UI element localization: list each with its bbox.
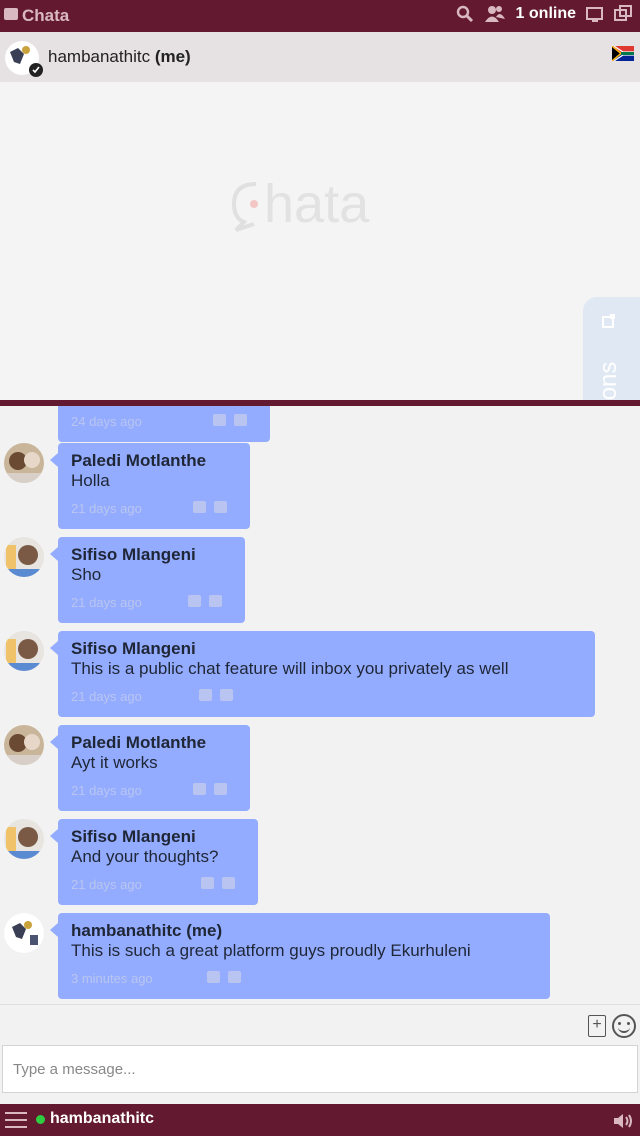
thumbs-down-icon[interactable] [209, 595, 222, 607]
user-avatar[interactable] [2, 40, 44, 78]
hamburger-menu-icon[interactable] [5, 1112, 27, 1128]
search-icon[interactable] [456, 5, 474, 23]
sender-name[interactable]: Sifiso Mlangeni [71, 639, 582, 659]
thumbs-down-icon[interactable] [234, 414, 247, 426]
app-brand[interactable]: Chata [4, 6, 69, 26]
emoji-icon[interactable] [612, 1014, 636, 1038]
avatar[interactable] [4, 819, 44, 859]
sender-name[interactable]: Sifiso Mlangeni [71, 545, 232, 565]
sender-name[interactable]: Paledi Motlanthe [71, 451, 237, 471]
avatar[interactable] [4, 631, 44, 671]
thumbs-up-icon[interactable] [201, 877, 214, 889]
notification-icon [602, 314, 615, 328]
conversation-panel: hata otifications [0, 82, 640, 482]
message-bubble: Sifiso Mlangeni And your thoughts? 21 da… [50, 819, 258, 905]
user-header: hambanathitc (me) [0, 32, 640, 82]
public-chat-feed[interactable]: 24 days ago Paledi Motlanthe Holla 21 da… [0, 406, 640, 1004]
message-time: 21 days ago [71, 877, 142, 892]
compose-toolbar: + [0, 1004, 640, 1044]
sender-name[interactable]: hambanathitc (me) [71, 921, 537, 941]
volume-icon[interactable] [612, 1112, 634, 1130]
vote-buttons [199, 689, 233, 701]
south-africa-flag-icon [612, 46, 634, 61]
top-bar-actions: 1 online [456, 5, 632, 23]
message-time: 21 days ago [71, 595, 142, 610]
message-bubble: hambanathitc (me) This is such a great p… [50, 913, 550, 999]
message-time: 21 days ago [71, 501, 142, 516]
minimize-window-icon[interactable] [586, 5, 604, 23]
message-meta: 24 days ago [71, 410, 257, 434]
avatar[interactable] [4, 913, 44, 953]
thumbs-up-icon[interactable] [199, 689, 212, 701]
popout-window-icon[interactable] [614, 5, 632, 23]
vote-buttons [201, 877, 235, 889]
bottom-username[interactable]: hambanathitc [50, 1110, 154, 1128]
chat-bubble-icon [4, 8, 18, 20]
me-label: (me) [154, 47, 191, 66]
message-time: 24 days ago [71, 414, 142, 429]
thumbs-down-icon[interactable] [222, 877, 235, 889]
message-bubble: 24 days ago [58, 406, 270, 442]
vote-buttons [213, 414, 247, 426]
message-meta: 3 minutes ago [71, 967, 537, 991]
message-text: Sho [71, 565, 102, 584]
message-time: 21 days ago [71, 689, 142, 704]
thumbs-down-icon[interactable] [220, 689, 233, 701]
online-count[interactable]: 1 online [516, 5, 576, 23]
bottom-bar: hambanathitc [0, 1104, 640, 1136]
thumbs-up-icon[interactable] [213, 414, 226, 426]
message-text: Holla [71, 471, 110, 490]
thumbs-down-icon[interactable] [228, 971, 241, 983]
username-text: hambanathitc [48, 47, 151, 66]
message-text: This is a public chat feature will inbox… [71, 659, 509, 678]
message-meta: 21 days ago [71, 779, 237, 803]
online-status-dot [36, 1115, 45, 1124]
message-meta: 21 days ago [71, 497, 237, 521]
svg-text:hata: hata [264, 174, 370, 234]
message-meta: 21 days ago [71, 591, 232, 615]
message-text: And your thoughts? [71, 847, 219, 866]
message-meta: 21 days ago [71, 685, 582, 709]
thumbs-down-icon[interactable] [214, 783, 227, 795]
message-time: 3 minutes ago [71, 971, 153, 986]
thumbs-up-icon[interactable] [207, 971, 220, 983]
chata-watermark-logo: hata [231, 174, 370, 234]
sender-name[interactable]: Sifiso Mlangeni [71, 827, 245, 847]
top-bar: Chata 1 online [0, 0, 640, 32]
thumbs-up-icon[interactable] [193, 501, 206, 513]
avatar[interactable] [4, 443, 44, 483]
message-bubble: Paledi Motlanthe Ayt it works 21 days ag… [50, 725, 250, 811]
message-input-container [2, 1045, 638, 1093]
vote-buttons [193, 501, 227, 513]
message-meta: 21 days ago [71, 873, 245, 897]
message-time: 21 days ago [71, 783, 142, 798]
message-input[interactable] [3, 1046, 637, 1092]
thumbs-up-icon[interactable] [188, 595, 201, 607]
attach-plus-icon[interactable]: + [588, 1015, 606, 1037]
users-icon[interactable] [484, 5, 506, 23]
thumbs-down-icon[interactable] [214, 501, 227, 513]
avatar[interactable] [4, 725, 44, 765]
vote-buttons [188, 595, 222, 607]
current-user-name: hambanathitc (me) [48, 47, 191, 67]
vote-buttons [207, 971, 241, 983]
message-bubble: Sifiso Mlangeni This is a public chat fe… [50, 631, 595, 717]
thumbs-up-icon[interactable] [193, 783, 206, 795]
vote-buttons [193, 783, 227, 795]
message-text: This is such a great platform guys proud… [71, 941, 471, 960]
avatar[interactable] [4, 537, 44, 577]
message-text: Ayt it works [71, 753, 158, 772]
message-bubble: Paledi Motlanthe Holla 21 days ago [50, 443, 250, 529]
message-bubble: Sifiso Mlangeni Sho 21 days ago [50, 537, 245, 623]
sender-name[interactable]: Paledi Motlanthe [71, 733, 237, 753]
app-title: Chata [22, 6, 70, 25]
